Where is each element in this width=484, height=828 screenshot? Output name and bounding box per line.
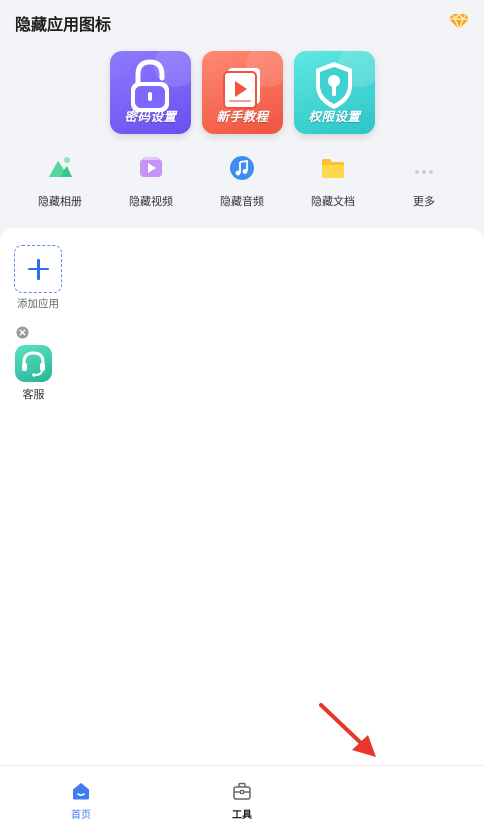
add-app-button[interactable] (14, 245, 62, 293)
photo-mountain-icon (49, 157, 72, 177)
permission-settings-card[interactable]: 权限设置 (294, 51, 375, 134)
plus-icon (37, 259, 40, 280)
vip-diamond-icon[interactable] (449, 12, 469, 30)
add-app-label: 添加应用 (17, 298, 59, 310)
tab-label: 首页 (71, 810, 91, 821)
tab-label: 工具 (232, 810, 252, 821)
quick-label: 更多 (413, 195, 435, 208)
video-play-icon (140, 157, 162, 177)
card-label: 新手教程 (216, 109, 269, 124)
red-arrow-icon (319, 703, 376, 757)
header: 隐藏应用图标 (0, 0, 484, 44)
password-settings-card[interactable]: 密码设置 (110, 51, 191, 134)
quick-actions: 隐藏相册 隐藏视频 隐藏音频 隐藏文档 更多 (0, 150, 484, 214)
customer-service-app[interactable] (15, 345, 52, 382)
feature-cards: 密码设置 新手教程 权限设置 (110, 51, 376, 135)
quick-label: 隐藏音频 (220, 195, 264, 208)
bottom-tab-bar: 首页 工具 (0, 765, 484, 828)
page-title: 隐藏应用图标 (15, 15, 112, 34)
tutorial-card[interactable]: 新手教程 (202, 51, 283, 134)
folder-icon (322, 159, 344, 178)
tab-tools[interactable]: 工具 (202, 766, 282, 828)
quick-label: 隐藏相册 (38, 195, 82, 208)
music-note-icon (230, 156, 254, 180)
tab-home[interactable]: 首页 (41, 766, 121, 828)
card-label: 权限设置 (308, 109, 361, 124)
more-dots-icon (415, 170, 433, 174)
hidden-apps-panel: 添加应用 客服 (0, 228, 484, 765)
card-label: 密码设置 (124, 109, 177, 124)
home-icon (73, 783, 89, 800)
quick-label: 隐藏视频 (129, 195, 173, 208)
quick-label: 隐藏文档 (311, 195, 355, 208)
remove-app-icon[interactable] (16, 326, 29, 339)
app-screen: 隐藏应用图标 密码设置 新手教程 权限设置 隐藏相册 隐藏视频 隐藏音频 隐藏文… (0, 0, 484, 828)
toolbox-icon (233, 782, 251, 800)
headset-icon (22, 351, 45, 377)
app-label: 客服 (22, 388, 45, 401)
